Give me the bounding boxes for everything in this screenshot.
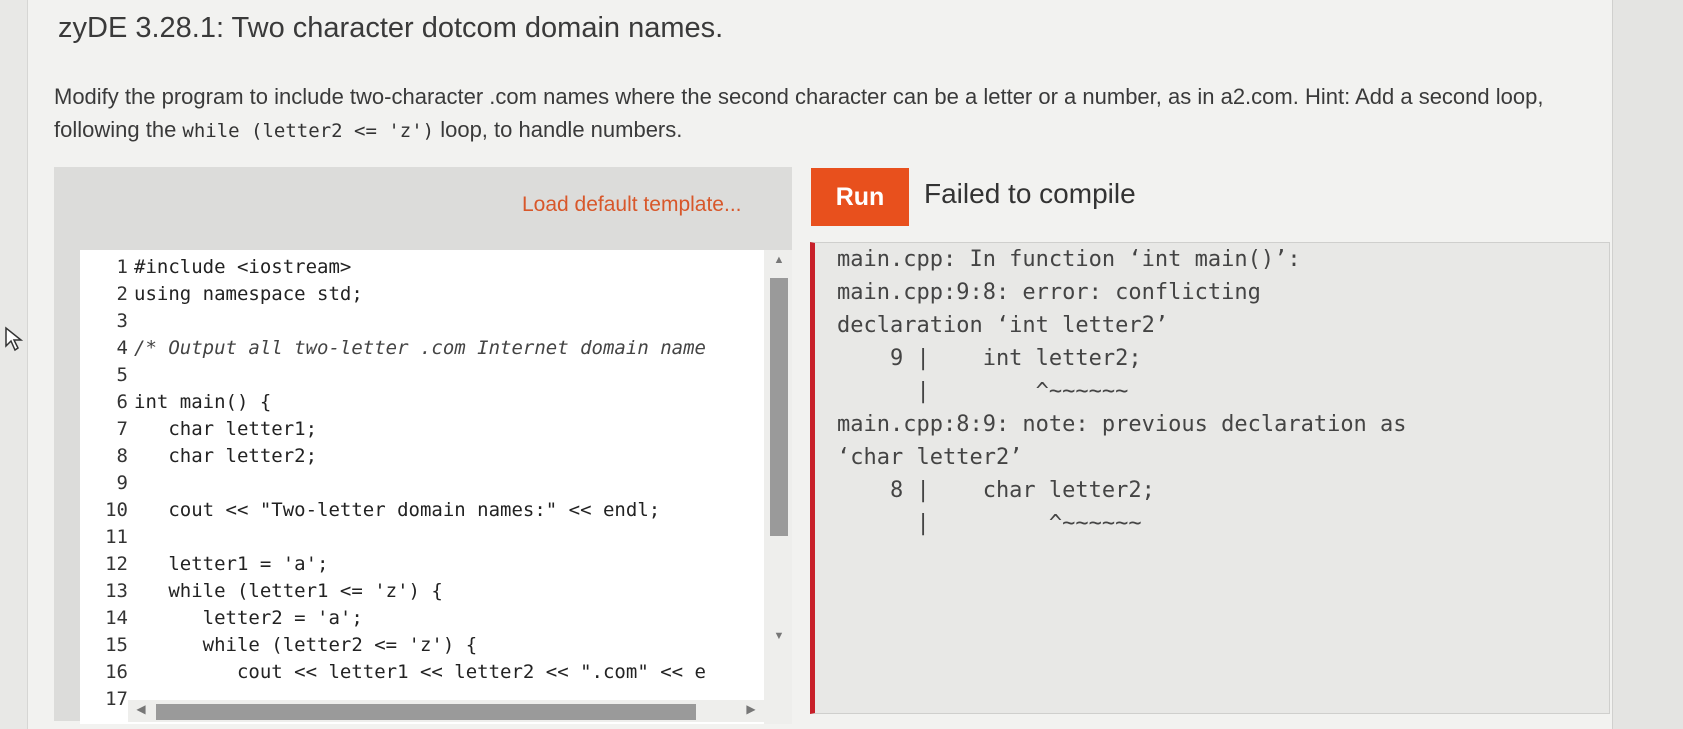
output-line: ‘char letter2’ <box>837 445 1023 470</box>
line-number: 8 <box>116 445 128 467</box>
mouse-pointer-icon <box>5 326 24 352</box>
line-number: 7 <box>116 418 128 440</box>
line-number: 13 <box>105 580 128 602</box>
code-line[interactable]: while (letter1 <= 'z') { <box>134 578 443 605</box>
triangle-left-icon[interactable]: ◀ <box>132 702 150 720</box>
code-line[interactable]: int main() { <box>134 389 271 416</box>
code-line[interactable]: /* Output all two-letter .com Internet d… <box>134 335 706 362</box>
horizontal-scroll-thumb[interactable] <box>156 704 696 720</box>
output-panel: main.cpp: In function ‘int main()’: main.… <box>810 242 1610 714</box>
output-line: main.cpp:9:8: error: conflicting <box>837 280 1261 305</box>
output-line: 9 | int letter2; <box>837 346 1142 371</box>
line-number: 17 <box>105 688 128 710</box>
output-line: | ^~~~~~~ <box>837 511 1142 536</box>
load-default-template-link[interactable]: Load default template... <box>522 193 742 217</box>
output-line: | ^~~~~~~ <box>837 379 1129 404</box>
run-button[interactable]: Run <box>811 168 909 226</box>
page-title: zyDE 3.28.1: Two character dotcom domain… <box>58 12 724 44</box>
code-editor[interactable]: 1 2 3 4 5 6 7 8 9 10 11 12 13 14 15 16 17 #include <iostr… <box>80 250 792 724</box>
instructions-text: Modify the program to include two-charac… <box>54 80 1614 148</box>
line-number: 15 <box>105 634 128 656</box>
output-line: main.cpp:8:9: note: previous declaration… <box>837 412 1407 437</box>
vertical-scroll-thumb[interactable] <box>770 278 788 536</box>
triangle-up-icon[interactable]: ▲ <box>770 254 788 270</box>
code-line[interactable]: cout << letter1 << letter2 << ".com" << … <box>134 659 706 686</box>
line-number: 6 <box>116 391 128 413</box>
code-line[interactable]: letter2 = 'a'; <box>134 605 363 632</box>
code-line[interactable]: letter1 = 'a'; <box>134 551 328 578</box>
line-number: 5 <box>116 364 128 386</box>
code-horizontal-scrollbar[interactable]: ◀ ▶ <box>128 700 764 722</box>
right-margin-strip <box>1612 0 1683 729</box>
line-number: 10 <box>105 499 128 521</box>
line-number: 9 <box>116 472 128 494</box>
left-margin-strip <box>0 0 28 729</box>
triangle-down-icon[interactable]: ▼ <box>770 630 788 646</box>
instructions-code: while (letter2 <= 'z') <box>182 120 435 142</box>
line-number: 2 <box>116 283 128 305</box>
line-number: 16 <box>105 661 128 683</box>
code-line[interactable]: using namespace std; <box>134 281 363 308</box>
line-number: 4 <box>116 337 128 359</box>
code-line[interactable]: while (letter2 <= 'z') { <box>134 632 478 659</box>
line-number: 11 <box>105 526 128 548</box>
code-line[interactable]: char letter2; <box>134 443 317 470</box>
line-number: 1 <box>116 256 128 278</box>
output-line: main.cpp: In function ‘int main()’: <box>837 247 1301 272</box>
code-line[interactable]: char letter1; <box>134 416 317 443</box>
line-number: 3 <box>116 310 128 332</box>
code-line[interactable]: #include <iostream> <box>134 254 351 281</box>
code-vertical-scrollbar[interactable]: ▲ ▼ <box>764 250 792 724</box>
instructions-part2: loop, to handle numbers. <box>434 117 683 142</box>
line-number: 12 <box>105 553 128 575</box>
code-line[interactable]: cout << "Two-letter domain names:" << en… <box>134 497 660 524</box>
triangle-right-icon[interactable]: ▶ <box>742 702 760 720</box>
line-number: 14 <box>105 607 128 629</box>
output-line: declaration ‘int letter2’ <box>837 313 1169 338</box>
output-line: 8 | char letter2; <box>837 478 1155 503</box>
run-status: Failed to compile <box>924 178 1136 209</box>
page: zyDE 3.28.1: Two character dotcom domain… <box>0 0 1683 729</box>
